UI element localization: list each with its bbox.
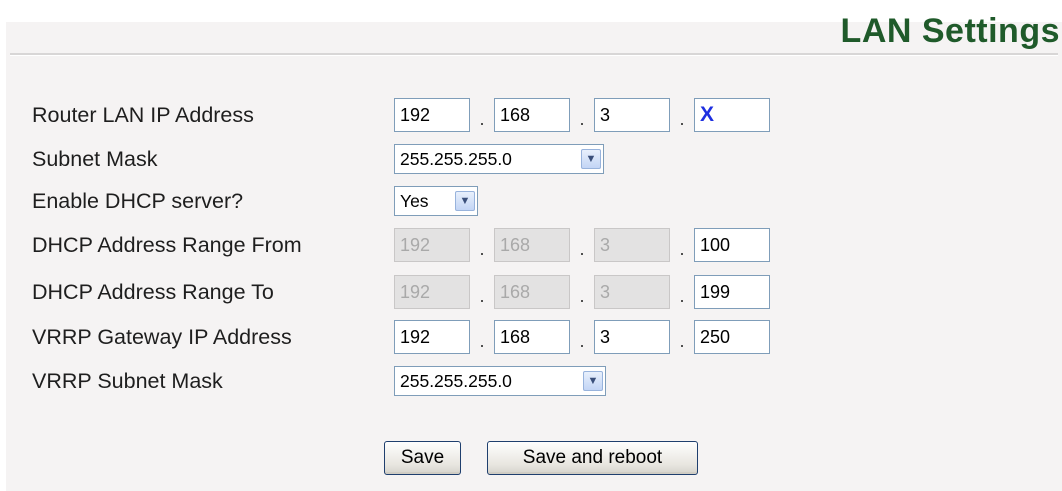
chevron-down-icon[interactable]: ▼	[455, 191, 475, 211]
vrrp-gateway-ip-row: VRRP Gateway IP Address 192 . 168 . 3 . …	[32, 318, 770, 356]
dhcp-from-octet-1: 192	[394, 228, 470, 262]
ip-separator: .	[679, 238, 685, 259]
dhcp-enable-label: Enable DHCP server?	[32, 188, 244, 213]
dhcp-range-to-row: DHCP Address Range To 192 . 168 . 3 . 19…	[32, 273, 770, 311]
subnet-mask-row: Subnet Mask 255.255.255.0 ▼	[32, 140, 604, 178]
dhcp-enable-value: Yes	[400, 190, 429, 211]
page-title: LAN Settings	[840, 12, 1060, 50]
router-ip-octet-1[interactable]: 192	[394, 98, 470, 132]
dhcp-from-octet-4[interactable]: 100	[694, 228, 770, 262]
ip-separator: .	[679, 285, 685, 306]
router-lan-ip-label: Router LAN IP Address	[32, 102, 254, 127]
router-lan-ip-field: 192 . 168 . 3 . X	[394, 98, 770, 132]
vrrp-ip-octet-3[interactable]: 3	[594, 320, 670, 354]
ip-separator: .	[579, 108, 585, 129]
dhcp-to-octet-2: 168	[494, 275, 570, 309]
vrrp-ip-octet-2[interactable]: 168	[494, 320, 570, 354]
vrrp-subnet-mask-value: 255.255.255.0	[400, 370, 512, 391]
dhcp-to-octet-3: 3	[594, 275, 670, 309]
ip-separator: .	[679, 108, 685, 129]
dhcp-range-to-field: 192 . 168 . 3 . 199	[394, 275, 770, 309]
dhcp-from-octet-2: 168	[494, 228, 570, 262]
ip-separator: .	[679, 330, 685, 351]
dhcp-from-octet-3: 3	[594, 228, 670, 262]
ip-separator: .	[479, 238, 485, 259]
dhcp-range-from-row: DHCP Address Range From 192 . 168 . 3 . …	[32, 226, 770, 264]
dhcp-enable-select[interactable]: Yes ▼	[394, 186, 478, 216]
subnet-mask-label: Subnet Mask	[32, 146, 158, 171]
vrrp-gateway-ip-label: VRRP Gateway IP Address	[32, 324, 292, 349]
vrrp-ip-octet-4[interactable]: 250	[694, 320, 770, 354]
router-ip-octet-3[interactable]: 3	[594, 98, 670, 132]
router-lan-ip-row: Router LAN IP Address 192 . 168 . 3 . X	[32, 96, 770, 134]
dhcp-range-to-label: DHCP Address Range To	[32, 279, 274, 304]
router-ip-octet-4[interactable]: X	[694, 98, 770, 132]
subnet-mask-value: 255.255.255.0	[400, 148, 512, 169]
dhcp-to-octet-4[interactable]: 199	[694, 275, 770, 309]
ip-separator: .	[579, 330, 585, 351]
router-ip-octet-2[interactable]: 168	[494, 98, 570, 132]
vrrp-gateway-ip-field: 192 . 168 . 3 . 250	[394, 320, 770, 354]
save-and-reboot-button[interactable]: Save and reboot	[487, 441, 698, 475]
dhcp-range-from-field: 192 . 168 . 3 . 100	[394, 228, 770, 262]
dhcp-to-octet-1: 192	[394, 275, 470, 309]
ip-separator: .	[579, 238, 585, 259]
save-button[interactable]: Save	[384, 441, 461, 475]
chevron-down-icon[interactable]: ▼	[581, 149, 601, 169]
ip-separator: .	[579, 285, 585, 306]
vrrp-ip-octet-1[interactable]: 192	[394, 320, 470, 354]
dhcp-range-from-label: DHCP Address Range From	[32, 232, 302, 257]
ip-separator: .	[479, 330, 485, 351]
vrrp-subnet-mask-label: VRRP Subnet Mask	[32, 368, 223, 393]
title-divider	[10, 53, 1058, 56]
vrrp-subnet-mask-select[interactable]: 255.255.255.0 ▼	[394, 366, 606, 396]
subnet-mask-select[interactable]: 255.255.255.0 ▼	[394, 144, 604, 174]
ip-separator: .	[479, 285, 485, 306]
vrrp-subnet-mask-row: VRRP Subnet Mask 255.255.255.0 ▼	[32, 362, 606, 400]
dhcp-enable-row: Enable DHCP server? Yes ▼	[32, 182, 478, 220]
ip-separator: .	[479, 108, 485, 129]
chevron-down-icon[interactable]: ▼	[583, 371, 603, 391]
